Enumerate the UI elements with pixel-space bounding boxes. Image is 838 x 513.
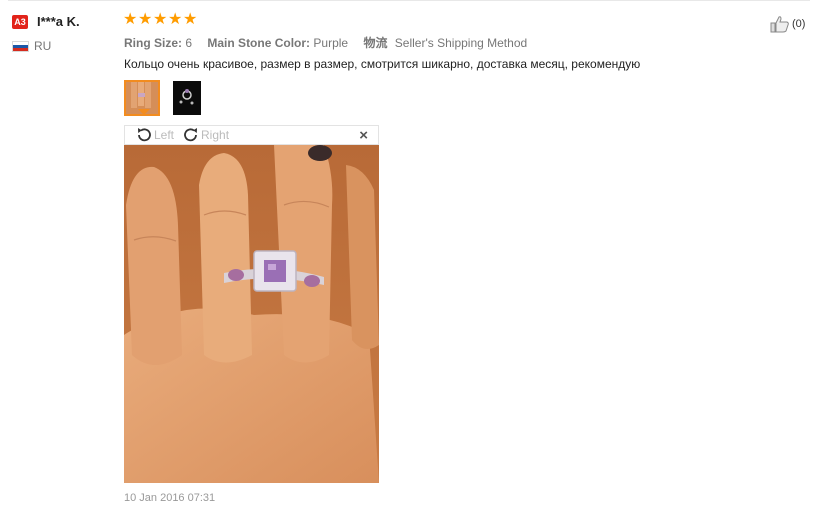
rotate-left-icon bbox=[138, 128, 151, 142]
star-icon: ★ bbox=[153, 11, 168, 28]
photo-thumbnail-1[interactable] bbox=[124, 80, 160, 116]
star-icon: ★ bbox=[168, 11, 183, 28]
ring-size-label: Ring Size: bbox=[124, 36, 183, 50]
hand-ring-thumbnail-image bbox=[126, 82, 158, 114]
star-icon: ★ bbox=[123, 11, 138, 28]
rotate-left-button[interactable]: Left bbox=[135, 126, 174, 144]
rating-stars: ★ ★ ★ ★ ★ bbox=[123, 12, 197, 30]
star-icon: ★ bbox=[138, 11, 153, 28]
stone-color-label: Main Stone Color: bbox=[207, 36, 311, 50]
rotate-right-icon bbox=[184, 128, 198, 142]
top-divider bbox=[8, 0, 810, 1]
thumbs-up-icon bbox=[770, 16, 789, 33]
close-viewer-button[interactable]: × bbox=[359, 127, 368, 144]
buyer-name: I***a K. bbox=[37, 14, 80, 29]
review-timestamp: 10 Jan 2016 07:31 bbox=[124, 492, 216, 504]
helpful-count: (0) bbox=[792, 18, 806, 30]
review-photo-large bbox=[124, 145, 379, 483]
rotate-right-button[interactable]: Right bbox=[182, 126, 229, 144]
russia-flag-icon bbox=[12, 41, 29, 52]
stone-color-value: Purple bbox=[313, 36, 349, 50]
helpful-button[interactable]: (0) bbox=[770, 15, 805, 33]
logistics-label: 物流 bbox=[363, 36, 388, 50]
review-text: Кольцо очень красивое, размер в размер, … bbox=[124, 57, 641, 71]
buyer-country: RU bbox=[34, 39, 52, 53]
photo-viewer-toolbar: Left Right × bbox=[124, 125, 379, 145]
photo-thumbnail-2[interactable] bbox=[169, 80, 205, 116]
buyer-level-badge: A3 bbox=[12, 15, 28, 29]
star-icon: ★ bbox=[183, 11, 198, 28]
logistics-value: Seller's Shipping Method bbox=[394, 36, 528, 50]
order-properties: Ring Size: 6 Main Stone Color: Purple 物流… bbox=[124, 34, 539, 51]
review-photo-thumbnails bbox=[124, 80, 205, 116]
ring-size-value: 6 bbox=[185, 36, 193, 50]
hand-with-ring-photo bbox=[124, 145, 379, 483]
ring-dark-thumbnail-image bbox=[169, 80, 205, 116]
rotate-right-label: Right bbox=[201, 128, 230, 142]
rotate-left-label: Left bbox=[154, 128, 175, 142]
